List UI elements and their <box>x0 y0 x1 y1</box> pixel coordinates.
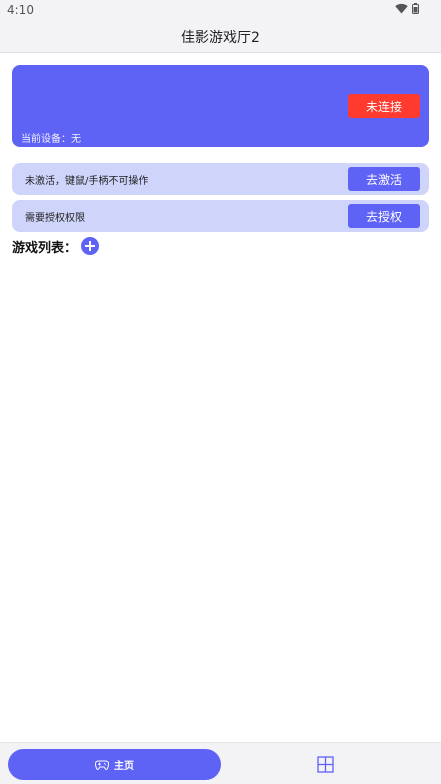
nav-home-label: 主页 <box>114 761 134 772</box>
grid-icon[interactable] <box>317 756 334 773</box>
current-device-label: 当前设备：无 <box>21 134 81 145</box>
status-icons <box>395 3 419 14</box>
device-card: 未连接 当前设备：无 <box>12 65 429 147</box>
bottom-nav: 主页 <box>0 742 441 784</box>
battery-icon <box>412 3 419 14</box>
screen: 4:10 佳影游戏厅2 未连接 当前设备：无 未激活，键鼠/手柄不可操作 去激活… <box>0 0 441 784</box>
permission-row: 需要授权权限 去授权 <box>12 200 429 232</box>
game-list-title: 游戏列表： <box>12 240 78 256</box>
plus-icon <box>85 241 96 251</box>
grant-permission-button[interactable]: 去授权 <box>348 204 420 228</box>
wifi-icon <box>395 3 408 14</box>
status-bar: 4:10 <box>0 0 441 20</box>
activation-status-text: 未激活，键鼠/手柄不可操作 <box>25 176 149 187</box>
connect-status-button[interactable]: 未连接 <box>348 94 420 118</box>
app-title: 佳影游戏厅2 <box>181 30 260 46</box>
game-list-header: 游戏列表： <box>12 236 100 256</box>
status-time: 4:10 <box>7 3 34 17</box>
permission-status-text: 需要授权权限 <box>25 213 85 224</box>
nav-home-tab[interactable]: 主页 <box>8 749 221 780</box>
app-bar: 佳影游戏厅2 <box>0 20 441 53</box>
gamepad-icon <box>95 760 109 770</box>
activation-row: 未激活，键鼠/手柄不可操作 去激活 <box>12 163 429 195</box>
activate-button[interactable]: 去激活 <box>348 167 420 191</box>
plus-circle-icon[interactable] <box>81 237 100 255</box>
